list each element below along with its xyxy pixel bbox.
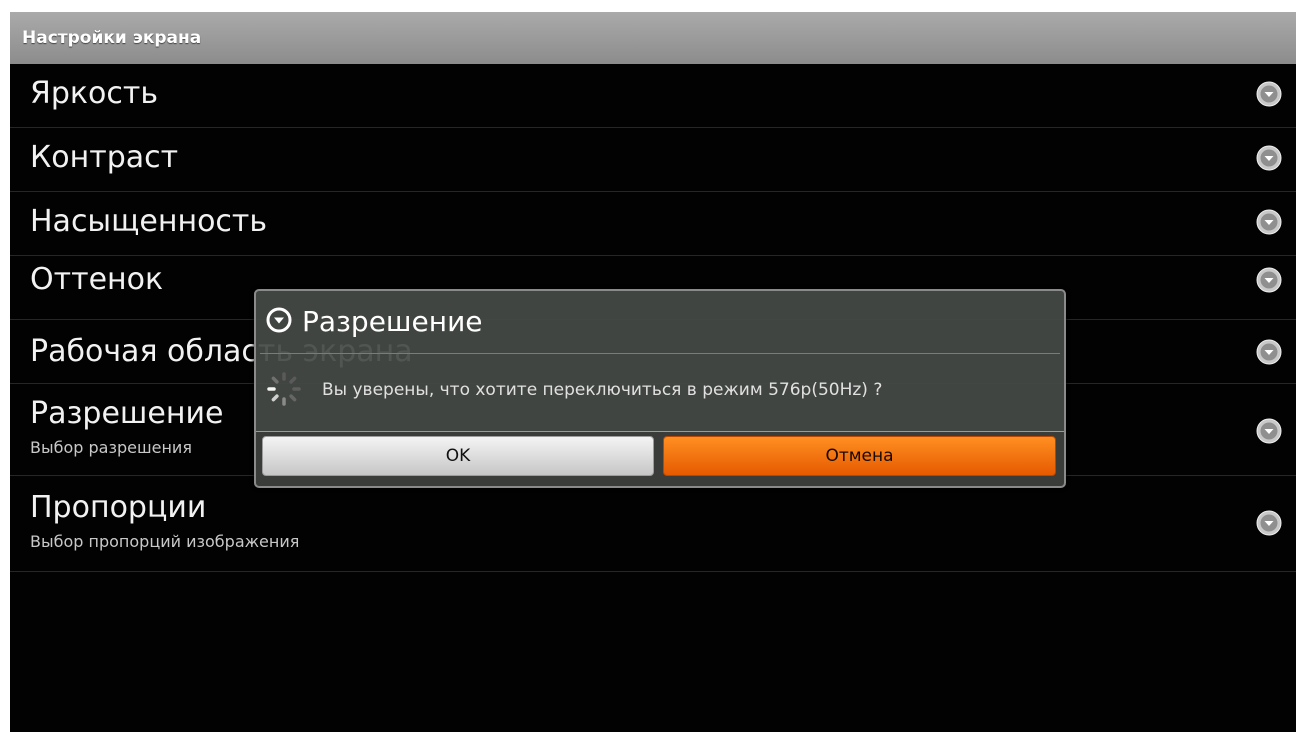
chevron-down-circle-icon <box>1256 418 1282 444</box>
screen: Настройки экрана Яркость Контраст Насыще… <box>10 12 1296 732</box>
settings-item-subtitle: Выбор пропорций изображения <box>30 532 300 551</box>
settings-item-title: Контраст <box>30 140 179 175</box>
dialog-button-bar: OK Отмена <box>256 431 1064 486</box>
settings-item-aspect-ratio[interactable]: Пропорции Выбор пропорций изображения <box>10 476 1296 572</box>
chevron-down-circle-icon <box>1256 510 1282 536</box>
settings-item-brightness[interactable]: Яркость <box>10 64 1296 128</box>
loading-spinner-icon <box>264 369 304 409</box>
settings-item-title: Оттенок <box>30 262 164 297</box>
chevron-down-circle-icon <box>1256 209 1282 235</box>
chevron-down-circle-icon <box>1256 145 1282 171</box>
dialog-divider <box>260 353 1060 354</box>
settings-item-subtitle: Выбор разрешения <box>30 438 192 457</box>
settings-item-title: Яркость <box>30 76 159 111</box>
dialog-message: Вы уверены, что хотите переключиться в р… <box>322 380 883 400</box>
screen-settings-header: Настройки экрана <box>10 12 1296 64</box>
settings-item-contrast[interactable]: Контраст <box>10 128 1296 192</box>
ok-button[interactable]: OK <box>262 436 654 476</box>
chevron-down-circle-icon <box>1256 339 1282 365</box>
settings-item-title: Насыщенность <box>30 204 268 239</box>
settings-item-title: Разрешение <box>30 396 224 431</box>
resolution-confirm-dialog: Разрешение Вы уверены, что хотите перекл… <box>254 289 1066 488</box>
settings-item-title: Пропорции <box>30 490 207 525</box>
chevron-down-circle-icon <box>1256 81 1282 107</box>
chevron-down-circle-icon <box>1256 267 1282 293</box>
chevron-down-circle-icon <box>266 307 292 333</box>
cancel-button[interactable]: Отмена <box>663 436 1056 476</box>
settings-item-saturation[interactable]: Насыщенность <box>10 192 1296 256</box>
dialog-title: Разрешение <box>302 305 483 338</box>
